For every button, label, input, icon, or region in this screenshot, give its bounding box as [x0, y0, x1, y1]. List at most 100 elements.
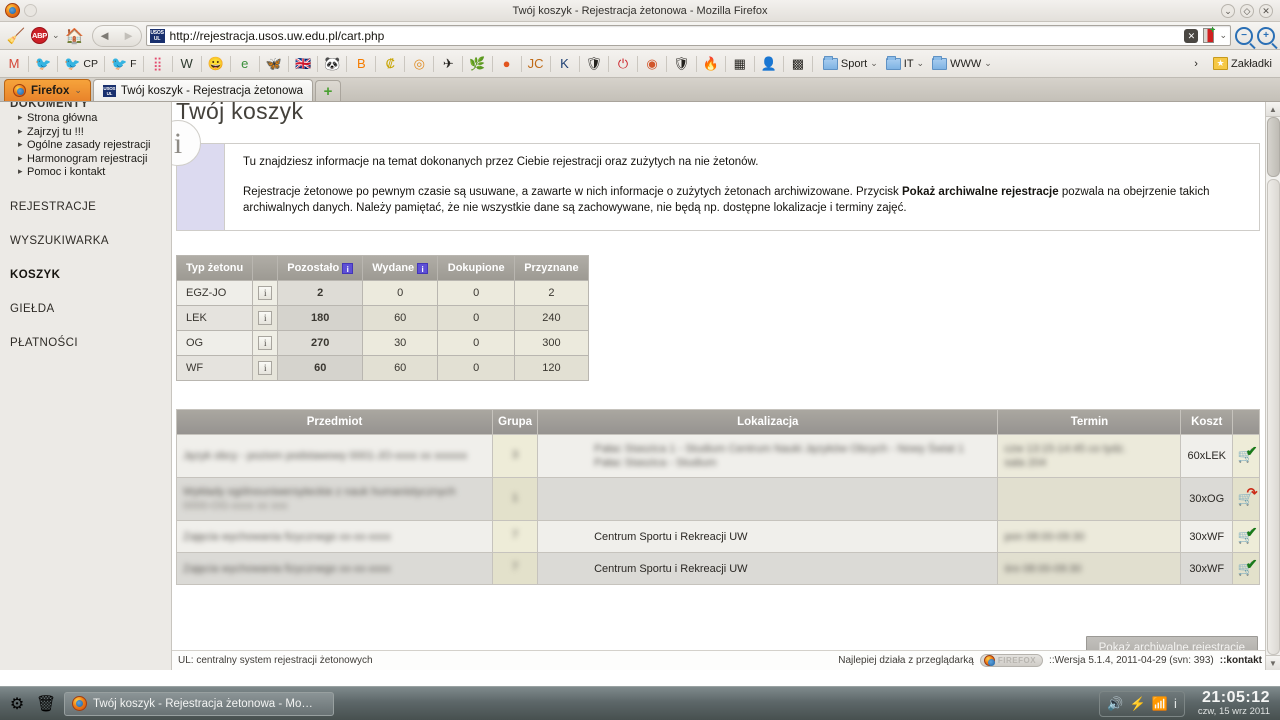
zoom-in-icon[interactable]: +	[1257, 26, 1275, 45]
firefox-menu-button[interactable]: Firefox ⌄	[4, 79, 91, 101]
bookmark-folder-www[interactable]: WWW ⌄	[929, 53, 995, 75]
bookmark-separator	[724, 55, 726, 72]
wikipedia-icon: W	[180, 56, 193, 71]
zoom-out-icon[interactable]: −	[1235, 26, 1253, 45]
scrollbar-thumb[interactable]	[1266, 117, 1280, 177]
course-location-cell: Centrum Sportu i Rekreacji UW	[538, 553, 998, 584]
bookmark-add-icon[interactable]	[1203, 25, 1215, 43]
clear-url-icon[interactable]: ✕	[1184, 28, 1199, 43]
courses-header-koszt: Koszt	[1181, 410, 1232, 434]
info-icon[interactable]: i	[1174, 696, 1177, 711]
network-icon[interactable]: 📶	[1152, 696, 1168, 712]
bookmark-plane[interactable]: ✈	[437, 53, 459, 75]
bookmark-pidgin-f[interactable]: 🐦 F	[108, 53, 140, 75]
page-footer-right: Najlepiej działa z przeglądarką FIREFOX …	[838, 654, 1262, 667]
bookmark-dots[interactable]: ⣿	[147, 53, 169, 75]
bookmark-orange-dot[interactable]: ●	[496, 53, 518, 75]
bookmark-moth[interactable]: 🦋	[263, 53, 285, 75]
home-icon[interactable]: 🏠	[64, 25, 86, 47]
scroll-up-icon[interactable]: ▲	[1265, 102, 1280, 117]
broom-icon[interactable]: 🧹	[5, 25, 27, 47]
bookmark-shield-blue[interactable]: 🛡	[583, 53, 606, 75]
bookmark-jc[interactable]: JC	[525, 53, 547, 75]
vertical-scrollbar[interactable]: ▲ ▼	[1265, 102, 1280, 670]
bookmarks-menu-button[interactable]: ★ Zakładki	[1210, 53, 1275, 75]
bookmarks-overflow-icon[interactable]: ›	[1185, 53, 1207, 75]
adblock-plus-icon[interactable]: ABP	[31, 27, 48, 44]
minimize-icon[interactable]: ⌄	[1221, 3, 1235, 18]
info-badge-icon[interactable]: i	[417, 263, 429, 274]
sidebar-link-4[interactable]: Harmonogram rejestracji	[18, 152, 171, 166]
sidebar-item-wyszukiwarka[interactable]: WYSZUKIWARKA	[10, 235, 171, 247]
sidebar-item-koszyk[interactable]: KOSZYK	[10, 269, 171, 281]
sidebar-item-gieda[interactable]: GIEŁDA	[10, 303, 171, 315]
bookmark-pidgin-1[interactable]: 🐦	[32, 53, 54, 75]
sidebar-link-1[interactable]: Strona główna	[18, 111, 171, 125]
maximize-icon[interactable]: ◇	[1240, 3, 1254, 18]
tab-twoj-koszyk[interactable]: USOS UL Twój koszyk - Rejestracja żetonow…	[92, 79, 314, 101]
bookmark-flame[interactable]: 🔥	[700, 53, 722, 75]
info-icon[interactable]: i	[258, 286, 273, 300]
close-icon[interactable]: ✕	[1259, 3, 1273, 18]
bookmark-wifi[interactable]: ◉	[641, 53, 663, 75]
cart-check-icon[interactable]: 🛒 ✔	[1238, 557, 1258, 576]
scrollbar-track[interactable]	[1265, 117, 1280, 655]
volume-icon[interactable]: 🔊	[1107, 696, 1123, 712]
table-row: Zajęcia wychowania fizycznego xx-xx-xxxx…	[177, 521, 1259, 552]
course-group-text: 7	[512, 529, 519, 541]
contact-link[interactable]: ::kontakt	[1220, 655, 1262, 666]
registrations-table-body: Język obcy - poziom podstawowy 0001-JO-x…	[177, 435, 1259, 584]
bookmark-wikipedia[interactable]: W	[176, 53, 198, 75]
adblock-dropdown-caret-icon[interactable]: ⌄	[52, 30, 60, 41]
gear-icon[interactable]: ⚙	[6, 693, 28, 715]
scroll-down-icon[interactable]: ▼	[1265, 655, 1280, 670]
cart-check-icon[interactable]: 🛒 ✔	[1238, 525, 1258, 544]
bookmark-person[interactable]: 👤	[758, 53, 780, 75]
new-tab-button[interactable]: +	[315, 80, 342, 101]
bookmark-power[interactable]: ⏻	[612, 53, 634, 75]
bookmark-folder-sport[interactable]: Sport ⌄	[820, 53, 881, 75]
battery-icon[interactable]: ⚡	[1130, 696, 1146, 712]
cart-check-icon[interactable]: 🛒 ✔	[1238, 444, 1258, 463]
url-text[interactable]: http://rejestracja.usos.uw.edu.pl/cart.p…	[170, 29, 1180, 43]
url-history-caret-icon[interactable]: ⌄	[1219, 30, 1227, 41]
ebay-icon: e	[241, 56, 249, 71]
info-badge-icon[interactable]: i	[342, 263, 354, 274]
courses-header-action	[1233, 410, 1259, 434]
bookmark-folder-it[interactable]: IT ⌄	[883, 53, 927, 75]
info-icon[interactable]: i	[258, 311, 273, 325]
course-location-cell: Centrum Sportu i Rekreacji UW	[538, 521, 998, 552]
bookmark-ebay[interactable]: e	[234, 53, 256, 75]
bookmark-photo[interactable]: ▦	[729, 53, 751, 75]
forward-button[interactable]: ►	[116, 24, 142, 47]
clock[interactable]: 21:05:12 czw, 15 wrz 2011	[1192, 689, 1274, 718]
bookmark-kde[interactable]: K	[554, 53, 576, 75]
bookmark-uk-flag[interactable]: 🇬🇧	[292, 53, 314, 75]
sidebar-item-patnoci[interactable]: PŁATNOŚCI	[10, 337, 171, 349]
bookmark-shield[interactable]: 🛡	[670, 53, 693, 75]
token-type-cell: LEK	[177, 306, 253, 330]
sidebar-link-3[interactable]: Ogólne zasady rejestracji	[18, 138, 171, 152]
bookmark-gmail[interactable]: M	[3, 53, 25, 75]
scrollbar-thumb-lower[interactable]	[1266, 179, 1280, 655]
address-bar[interactable]: USOS UL http://rejestracja.usos.uw.edu.pl…	[145, 25, 1231, 46]
sidebar-link-2[interactable]: Zajrzyj tu !!!	[18, 125, 171, 139]
info-icon[interactable]: i	[258, 361, 273, 375]
back-button[interactable]: ◄	[91, 24, 117, 47]
sidebar-item-rejestracje[interactable]: REJESTRACJE	[10, 201, 171, 213]
course-group-cell: 7	[493, 521, 538, 552]
taskbar-window-button[interactable]: Twój koszyk - Rejestracja żetonowa - Mo…	[64, 691, 334, 716]
trash-icon[interactable]: 🗑	[35, 693, 57, 715]
bookmark-puzzle[interactable]: ▩	[787, 53, 809, 75]
info-icon[interactable]: i	[258, 336, 273, 350]
bookmark-blogger[interactable]: B	[350, 53, 372, 75]
bookmark-pidgin-cp[interactable]: 🐦 CP	[61, 53, 101, 75]
bookmark-smiley[interactable]: 😀	[205, 53, 227, 75]
bookmark-currency[interactable]: ₡	[379, 53, 401, 75]
bookmark-winamp[interactable]: ◎	[408, 53, 430, 75]
cart-undo-icon[interactable]: 🛒 ↷	[1238, 486, 1258, 506]
chevron-down-icon: ⌄	[984, 58, 992, 68]
sidebar-link-5[interactable]: Pomoc i kontakt	[18, 165, 171, 179]
bookmark-leaf[interactable]: 🌿	[466, 53, 488, 75]
bookmark-panda[interactable]: 🐼	[321, 53, 343, 75]
